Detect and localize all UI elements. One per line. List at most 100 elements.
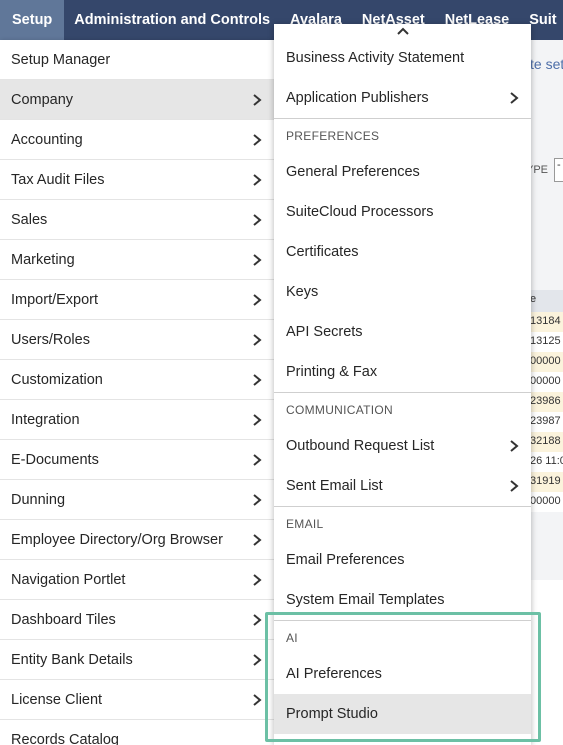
menu-item-label: Integration: [11, 411, 80, 428]
menu-item-users-roles[interactable]: Users/Roles: [0, 320, 274, 360]
menu-item-label: Navigation Portlet: [11, 571, 126, 588]
menu-item-label: Entity Bank Details: [11, 651, 133, 668]
submenu-item-certificates[interactable]: Certificates: [274, 232, 531, 272]
submenu-item-api-secrets[interactable]: API Secrets: [274, 312, 531, 352]
section-header-ai: AI: [274, 620, 531, 654]
submenu-item-label: Outbound Request List: [286, 438, 435, 454]
menu-item-company[interactable]: Company: [0, 80, 274, 120]
chevron-right-icon: [253, 494, 262, 506]
menu-item-label: Import/Export: [11, 291, 99, 308]
menu-item-dashboard-tiles[interactable]: Dashboard Tiles: [0, 600, 274, 640]
chevron-right-icon: [253, 374, 262, 386]
table-row: 23987: [530, 412, 563, 432]
chevron-right-icon: [253, 454, 262, 466]
chevron-right-icon: [253, 574, 262, 586]
submenu-item-label: Business Activity Statement: [286, 50, 465, 66]
menu-item-entity-bank-details[interactable]: Entity Bank Details: [0, 640, 274, 680]
table-row: 13184: [530, 312, 563, 332]
setup-menu: Setup Manager Company Accounting Tax Audit …: [0, 40, 274, 745]
chevron-right-icon: [510, 92, 519, 104]
submenu-item-general-preferences[interactable]: General Preferences: [274, 152, 531, 192]
tab-setup[interactable]: Setup: [0, 0, 65, 40]
chevron-right-icon: [510, 440, 519, 452]
menu-item-label: Employee Directory/Org Browser: [11, 531, 223, 548]
table-row: 00000: [530, 352, 563, 372]
menu-item-label: Customization: [11, 371, 103, 388]
menu-item-label: Company: [11, 91, 74, 108]
submenu-item-system-email-templates[interactable]: System Email Templates: [274, 580, 531, 620]
menu-item-records-catalog[interactable]: Records Catalog: [0, 720, 274, 745]
chevron-right-icon: [253, 414, 262, 426]
section-header-communication: COMMUNICATION: [274, 392, 531, 426]
company-submenu: Business Activity Statement Application P…: [274, 24, 531, 745]
table-column-header: e: [530, 290, 563, 312]
table-row: 23986: [530, 392, 563, 412]
submenu-item-label: API Secrets: [286, 324, 363, 340]
menu-item-license-client[interactable]: License Client: [0, 680, 274, 720]
chevron-right-icon: [253, 214, 262, 226]
submenu-item-label: Certificates: [286, 244, 359, 260]
section-header-preferences: PREFERENCES: [274, 118, 531, 152]
menu-item-dunning[interactable]: Dunning: [0, 480, 274, 520]
chevron-right-icon: [253, 134, 262, 146]
menu-item-e-documents[interactable]: E-Documents: [0, 440, 274, 480]
background-panel: [530, 580, 563, 745]
menu-item-label: Dunning: [11, 491, 66, 508]
submenu-item-outbound-request-list[interactable]: Outbound Request List: [274, 426, 531, 466]
menu-item-marketing[interactable]: Marketing: [0, 240, 274, 280]
submenu-item-label: Printing & Fax: [286, 364, 378, 380]
submenu-item-sent-email-list[interactable]: Sent Email List: [274, 466, 531, 506]
submenu-item-label: General Preferences: [286, 164, 420, 180]
chevron-right-icon: [253, 254, 262, 266]
background-page: te set YPE - e 1318413125000000000023986…: [530, 40, 563, 745]
menu-item-navigation-portlet[interactable]: Navigation Portlet: [0, 560, 274, 600]
background-link[interactable]: te set: [530, 56, 563, 72]
menu-item-employee-directory-org-browser[interactable]: Employee Directory/Org Browser: [0, 520, 274, 560]
table-row: 31919: [530, 472, 563, 492]
chevron-right-icon: [253, 694, 262, 706]
menu-item-label: License Client: [11, 691, 103, 708]
menu-item-customization[interactable]: Customization: [0, 360, 274, 400]
submenu-item-label: Keys: [286, 284, 319, 300]
menu-item-import-export[interactable]: Import/Export: [0, 280, 274, 320]
menu-item-setup-manager[interactable]: Setup Manager: [0, 40, 274, 80]
submenu-item-label: Sent Email List: [286, 478, 383, 494]
menu-item-tax-audit-files[interactable]: Tax Audit Files: [0, 160, 274, 200]
submenu-item-application-publishers[interactable]: Application Publishers: [274, 78, 531, 118]
menu-item-sales[interactable]: Sales: [0, 200, 274, 240]
submenu-item-label: SuiteCloud Processors: [286, 204, 434, 220]
chevron-right-icon: [253, 334, 262, 346]
chevron-right-icon: [253, 94, 262, 106]
chevron-right-icon: [510, 480, 519, 492]
submenu-item-keys[interactable]: Keys: [274, 272, 531, 312]
chevron-right-icon: [253, 654, 262, 666]
submenu-item-suitecloud-processors[interactable]: SuiteCloud Processors: [274, 192, 531, 232]
menu-item-accounting[interactable]: Accounting: [0, 120, 274, 160]
section-header-email: EMAIL: [274, 506, 531, 540]
menu-item-label: Users/Roles: [11, 331, 90, 348]
type-label: YPE: [530, 164, 549, 176]
menu-item-label: Dashboard Tiles: [11, 611, 116, 628]
chevron-right-icon: [253, 534, 262, 546]
menu-item-label: Accounting: [11, 131, 83, 148]
submenu-item-label: System Email Templates: [286, 592, 445, 608]
tab-administration-and-controls[interactable]: Administration and Controls: [64, 0, 280, 40]
submenu-item-printing-fax[interactable]: Printing & Fax: [274, 352, 531, 392]
menu-item-integration[interactable]: Integration: [0, 400, 274, 440]
type-select[interactable]: -: [554, 158, 563, 182]
scroll-up-icon[interactable]: [274, 24, 531, 38]
submenu-item-business-activity-statement[interactable]: Business Activity Statement: [274, 38, 531, 78]
table-row: 32188: [530, 432, 563, 452]
submenu-item-label: Application Publishers: [286, 90, 429, 106]
submenu-item-label: AI Preferences: [286, 666, 382, 682]
menu-item-label: E-Documents: [11, 451, 99, 468]
submenu-item-ai-preferences[interactable]: AI Preferences: [274, 654, 531, 694]
submenu-item-label: Prompt Studio: [286, 706, 378, 722]
menu-item-label: Tax Audit Files: [11, 171, 105, 188]
menu-item-label: Marketing: [11, 251, 75, 268]
menu-item-label: Records Catalog: [11, 731, 119, 745]
table-row: 00000: [530, 372, 563, 392]
submenu-item-prompt-studio[interactable]: Prompt Studio: [274, 694, 531, 734]
submenu-item-email-preferences[interactable]: Email Preferences: [274, 540, 531, 580]
submenu-item-label: Email Preferences: [286, 552, 405, 568]
